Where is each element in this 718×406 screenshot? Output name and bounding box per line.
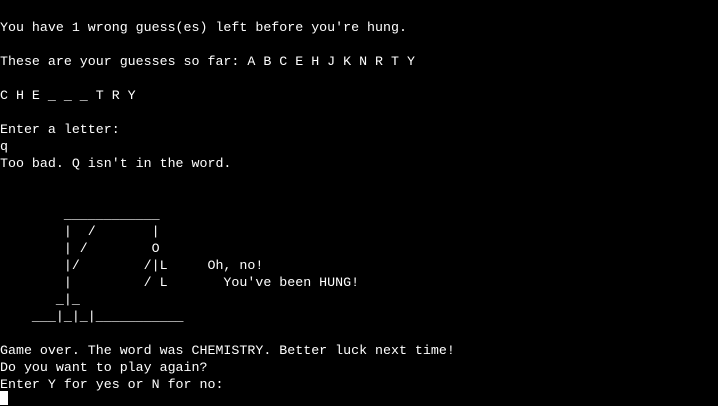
gallows-art-line: |/ /|L Oh, no! bbox=[0, 258, 264, 273]
gallows-art-line: ___|_|_|___________ bbox=[0, 309, 184, 324]
gallows-art-line: _|_ bbox=[0, 292, 80, 307]
wrong-guesses-remaining-text: You have 1 wrong guess(es) left before y… bbox=[0, 20, 407, 35]
gallows-art-line: ____________ bbox=[0, 207, 160, 222]
yes-no-prompt: Enter Y for yes or N for no: bbox=[0, 377, 224, 392]
terminal-window[interactable]: You have 1 wrong guess(es) left before y… bbox=[0, 0, 718, 406]
enter-letter-prompt: Enter a letter: bbox=[0, 122, 120, 137]
word-progress-text: C H E _ _ _ T R Y bbox=[0, 88, 136, 103]
gallows-art-line: | / | bbox=[0, 224, 160, 239]
text-cursor[interactable] bbox=[0, 391, 8, 405]
guessed-letters-text: These are your guesses so far: A B C E H… bbox=[0, 54, 415, 69]
gallows-art-line: | / L You've been HUNG! bbox=[0, 275, 360, 290]
play-again-question: Do you want to play again? bbox=[0, 360, 208, 375]
guess-feedback-text: Too bad. Q isn't in the word. bbox=[0, 156, 232, 171]
game-over-text: Game over. The word was CHEMISTRY. Bette… bbox=[0, 343, 455, 358]
letter-input-echo: q bbox=[0, 139, 8, 154]
gallows-art-line: | / O bbox=[0, 241, 160, 256]
